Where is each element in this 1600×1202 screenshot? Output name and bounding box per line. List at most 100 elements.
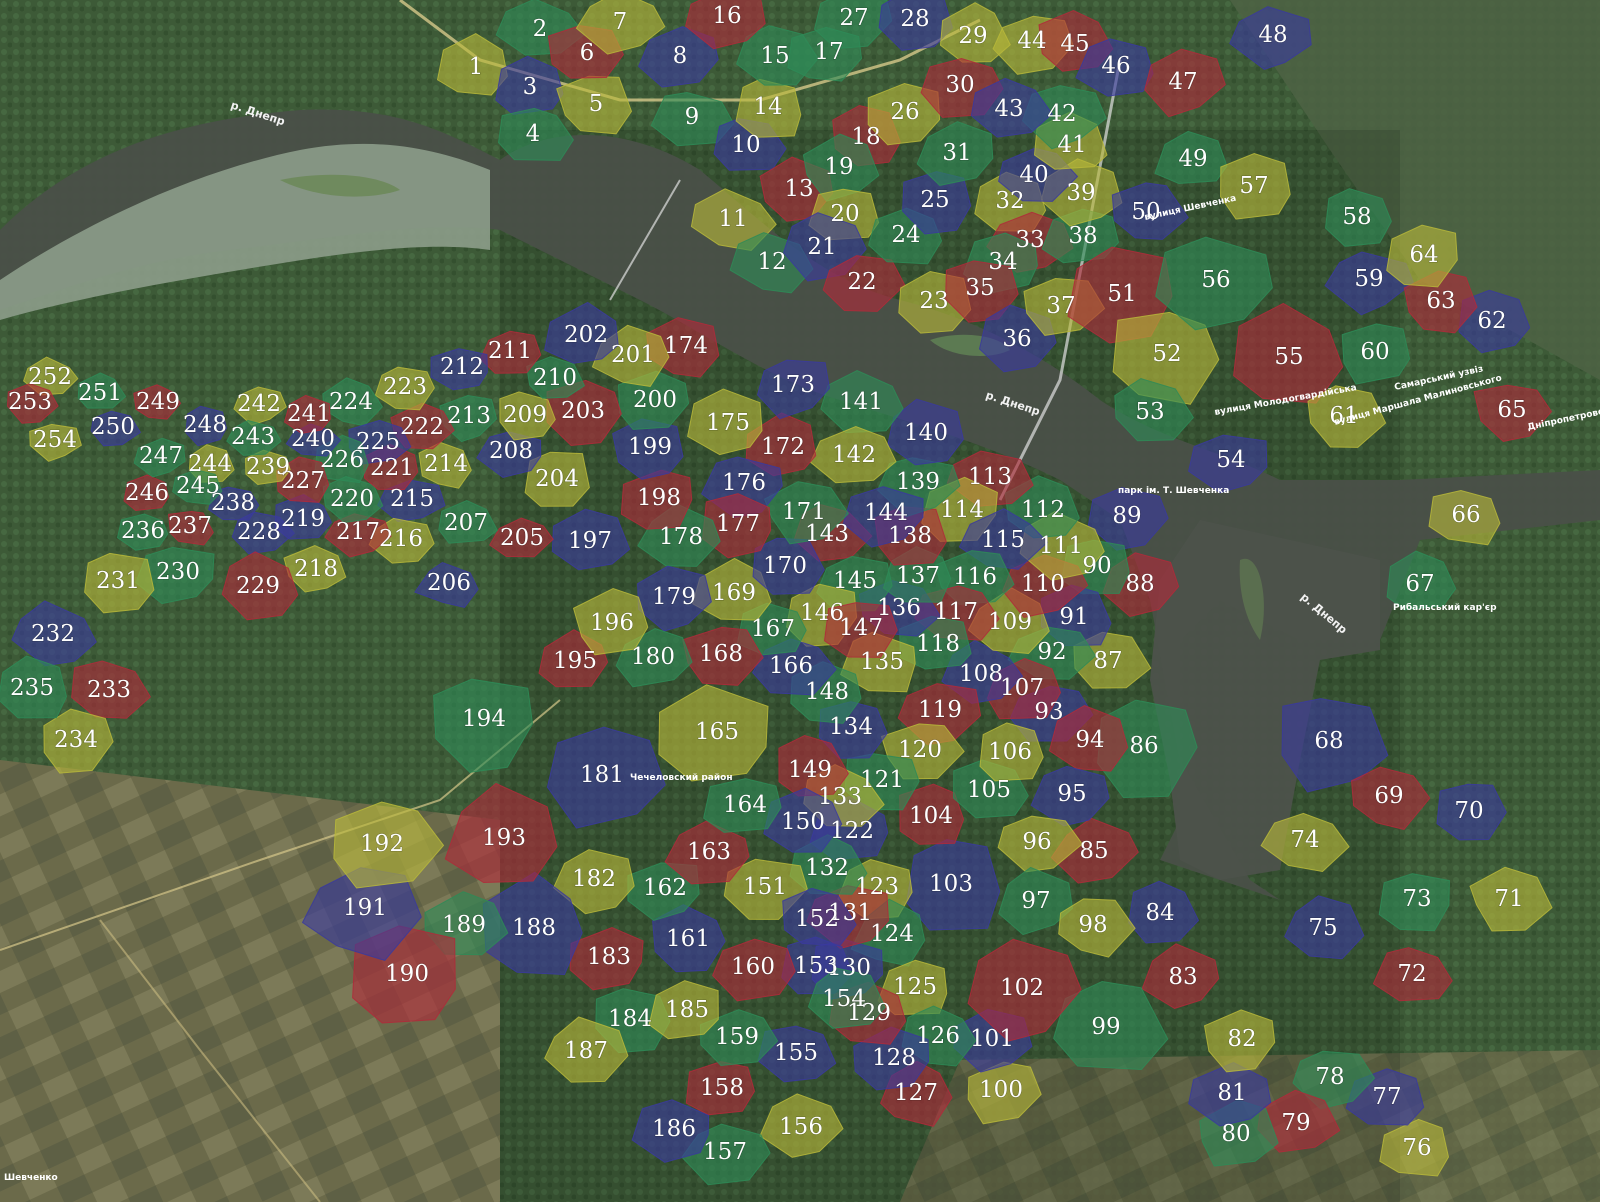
district-91-label: 91 xyxy=(1059,604,1088,630)
district-245-label: 245 xyxy=(176,473,220,499)
district-237-label: 237 xyxy=(168,513,212,539)
district-11-label: 11 xyxy=(718,206,747,232)
district-196-label: 196 xyxy=(590,610,634,636)
district-4-label: 4 xyxy=(526,121,541,147)
place-label-park: парк ім. Т. Шевченка xyxy=(1118,485,1229,496)
district-64-label: 64 xyxy=(1409,242,1438,268)
district-221-label: 221 xyxy=(370,455,414,481)
district-73-label: 73 xyxy=(1402,886,1431,912)
district-111-label: 111 xyxy=(1039,533,1083,559)
district-177-label: 177 xyxy=(716,511,760,537)
district-173-label: 173 xyxy=(771,372,815,398)
district-90-label: 90 xyxy=(1082,553,1111,579)
district-45-label: 45 xyxy=(1060,31,1089,57)
district-228-label: 228 xyxy=(237,519,281,545)
district-86-label: 86 xyxy=(1129,733,1158,759)
district-192-label: 192 xyxy=(360,831,404,857)
district-154-label: 154 xyxy=(822,986,866,1012)
district-185-label: 185 xyxy=(665,997,709,1023)
district-146-label: 146 xyxy=(800,600,844,626)
district-175-label: 175 xyxy=(706,410,750,436)
district-198-label: 198 xyxy=(637,485,681,511)
district-112-label: 112 xyxy=(1021,497,1065,523)
district-82-label: 82 xyxy=(1227,1026,1256,1052)
district-18-label: 18 xyxy=(851,124,880,150)
district-22-label: 22 xyxy=(847,269,876,295)
district-62-label: 62 xyxy=(1477,308,1506,334)
district-202-label: 202 xyxy=(564,322,608,348)
district-222-label: 222 xyxy=(400,414,444,440)
district-94-label: 94 xyxy=(1075,727,1104,753)
district-139-label: 139 xyxy=(896,469,940,495)
district-103-label: 103 xyxy=(929,871,973,897)
district-246-label: 246 xyxy=(125,480,169,506)
district-121-label: 121 xyxy=(860,767,904,793)
district-110-label: 110 xyxy=(1021,571,1065,597)
district-155-label: 155 xyxy=(774,1040,818,1066)
district-67-label: 67 xyxy=(1405,571,1434,597)
district-42-label: 42 xyxy=(1047,101,1076,127)
district-57-label: 57 xyxy=(1239,173,1268,199)
district-23-label: 23 xyxy=(919,288,948,314)
district-250-label: 250 xyxy=(91,414,135,440)
district-162-label: 162 xyxy=(643,875,687,901)
district-21-label: 21 xyxy=(807,234,836,260)
district-182-label: 182 xyxy=(572,866,616,892)
district-13-label: 13 xyxy=(784,176,813,202)
district-66-label: 66 xyxy=(1451,502,1480,528)
district-83-label: 83 xyxy=(1168,964,1197,990)
district-216-label: 216 xyxy=(379,526,423,552)
district-242-label: 242 xyxy=(237,391,281,417)
district-38-label: 38 xyxy=(1068,223,1097,249)
district-141-label: 141 xyxy=(839,389,883,415)
district-19-label: 19 xyxy=(824,154,853,180)
district-17-label: 17 xyxy=(814,39,843,65)
district-191-label: 191 xyxy=(343,895,387,921)
district-205-label: 205 xyxy=(500,525,544,551)
district-168-label: 168 xyxy=(699,641,743,667)
district-253-label: 253 xyxy=(8,389,52,415)
district-15-label: 15 xyxy=(760,43,789,69)
district-230-label: 230 xyxy=(156,559,200,585)
district-70-label: 70 xyxy=(1454,798,1483,824)
district-41-label: 41 xyxy=(1057,132,1086,158)
district-145-label: 145 xyxy=(833,568,877,594)
district-142-label: 142 xyxy=(832,442,876,468)
district-235-label: 235 xyxy=(10,675,54,701)
district-172-label: 172 xyxy=(761,434,805,460)
district-133-label: 133 xyxy=(818,784,862,810)
district-31-label: 31 xyxy=(942,140,971,166)
district-48-label: 48 xyxy=(1258,22,1287,48)
district-6-label: 6 xyxy=(580,40,595,66)
map-viewport[interactable]: 1 2 3 4 5 6 7 8 9 10 11 12 13 14 15 16 17 18 19 20 21 22 23 24 2… xyxy=(0,0,1600,1202)
district-40-label: 40 xyxy=(1019,162,1048,188)
district-71-label: 71 xyxy=(1494,886,1523,912)
district-map[interactable]: 1234567891011121314151617181920212223242… xyxy=(0,0,1600,1202)
district-72-label: 72 xyxy=(1397,961,1426,987)
district-148-label: 148 xyxy=(805,679,849,705)
district-236-label: 236 xyxy=(121,518,165,544)
district-164-label: 164 xyxy=(723,792,767,818)
district-106-label: 106 xyxy=(988,739,1032,765)
district-218-label: 218 xyxy=(294,556,338,582)
district-123-label: 123 xyxy=(855,874,899,900)
district-92-label: 92 xyxy=(1037,639,1066,665)
district-51-label: 51 xyxy=(1107,281,1136,307)
district-210-label: 210 xyxy=(533,365,577,391)
district-165-label: 165 xyxy=(695,719,739,745)
district-114-label: 114 xyxy=(940,497,984,523)
district-213-label: 213 xyxy=(447,403,491,429)
district-160-label: 160 xyxy=(731,954,775,980)
district-193-label: 193 xyxy=(482,825,526,851)
district-43-label: 43 xyxy=(994,96,1023,122)
district-203-label: 203 xyxy=(561,398,605,424)
district-167-label: 167 xyxy=(751,616,795,642)
district-208-label: 208 xyxy=(489,438,533,464)
district-136-label: 136 xyxy=(877,595,921,621)
district-132-label: 132 xyxy=(805,855,849,881)
district-36-label: 36 xyxy=(1002,326,1031,352)
district-2-label: 2 xyxy=(533,16,548,42)
district-93-label: 93 xyxy=(1034,699,1063,725)
district-156-label: 156 xyxy=(779,1114,823,1140)
district-58-label: 58 xyxy=(1342,204,1371,230)
